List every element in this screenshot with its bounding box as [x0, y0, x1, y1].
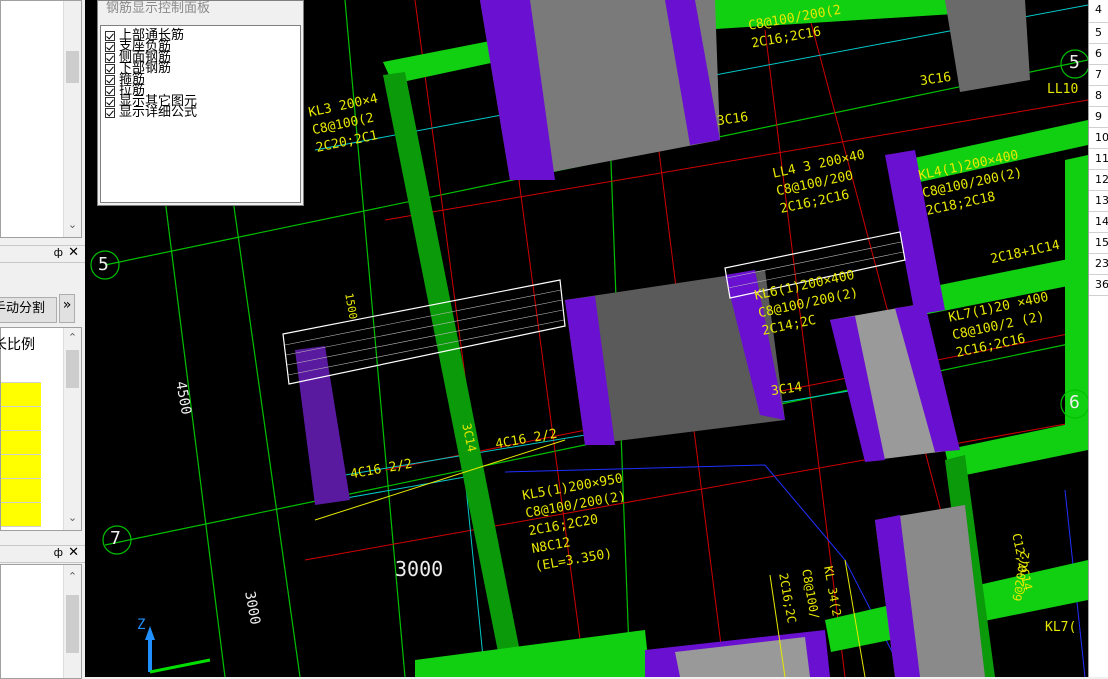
row-number[interactable]: 23: [1089, 254, 1108, 275]
table-row[interactable]: [1, 407, 41, 431]
axis-label-7: 7: [110, 528, 121, 549]
ucs-icon: [145, 626, 211, 674]
axis-label-5: 5: [98, 254, 109, 275]
table-row[interactable]: [1, 503, 41, 527]
upper-pane: ⌄: [0, 0, 82, 238]
scroll-up-icon[interactable]: ⌃: [64, 569, 81, 585]
proportion-table: 长比例 ⌃ ⌄: [0, 327, 82, 531]
close-icon[interactable]: ✕: [68, 245, 79, 260]
row-number-list: 4 5 6 7 8 9 10 11 12 13 14 15 23 36: [1089, 0, 1108, 296]
row-number[interactable]: 6: [1089, 44, 1108, 65]
row-number[interactable]: 11: [1089, 149, 1108, 170]
checkbox-icon[interactable]: [105, 30, 115, 41]
left-panel: ⌄ ф ✕ 手动分割 » 长比例 ⌃ ⌄ ф ✕ ⌃: [0, 0, 85, 679]
axis-label-right-5: 5: [1069, 52, 1080, 73]
row-number[interactable]: 36: [1089, 275, 1108, 296]
row-number[interactable]: 7: [1089, 65, 1108, 86]
row-number[interactable]: 13: [1089, 191, 1108, 212]
lower-pane: ⌃: [0, 564, 82, 679]
table-row[interactable]: [1, 455, 41, 479]
dimension-3000: 3000: [395, 557, 444, 581]
pin-icon[interactable]: ф: [54, 246, 63, 259]
table-scroll-thumb[interactable]: [66, 350, 79, 388]
pin-icon[interactable]: ф: [54, 546, 63, 559]
rebar-note: KL7(: [1045, 620, 1077, 635]
axis-label-right-6: 6: [1069, 392, 1080, 413]
upper-scroll-thumb[interactable]: [66, 51, 79, 83]
row-number[interactable]: 10: [1089, 128, 1108, 149]
rebar-display-panel: 钢筋显示控制面板 上部通长筋 支座负筋 侧面钢筋 下部钢筋 箍筋 拉筋 显示其它…: [97, 0, 304, 206]
rebar-note: LL10: [1047, 82, 1079, 97]
checkbox-icon[interactable]: [105, 96, 115, 107]
checkbox-icon[interactable]: [105, 74, 115, 85]
checkbox-icon[interactable]: [105, 63, 115, 74]
manual-split-button[interactable]: 手动分割: [0, 297, 57, 323]
lower-scroll-thumb[interactable]: [66, 595, 79, 653]
row-number[interactable]: 8: [1089, 86, 1108, 107]
close-icon[interactable]: ✕: [68, 545, 79, 560]
table-row[interactable]: [1, 479, 41, 503]
beam-label-kl5: KL5(1)200×950 C8@100/200(2) 2C16;2C20 N8…: [521, 470, 637, 576]
table-row[interactable]: [1, 359, 41, 383]
rebar-panel-title: 钢筋显示控制面板: [106, 1, 211, 16]
right-row-panel: 4 5 6 7 8 9 10 11 12 13 14 15 23 36: [1088, 0, 1108, 677]
checkbox-icon[interactable]: [105, 85, 115, 96]
ucs-z-label: Z: [137, 617, 146, 633]
row-number[interactable]: 14: [1089, 212, 1108, 233]
table-scrollbar[interactable]: ⌃ ⌄: [63, 328, 81, 530]
table-row[interactable]: [1, 383, 41, 407]
table-header: 长比例: [0, 337, 35, 353]
option-label: 显示详细公式: [119, 105, 198, 120]
lower-scrollbar[interactable]: ⌃: [63, 565, 81, 678]
scroll-down-icon[interactable]: ⌄: [64, 217, 81, 233]
row-number[interactable]: 12: [1089, 170, 1108, 191]
more-button[interactable]: »: [59, 294, 75, 323]
table-cells: [1, 359, 41, 527]
checkbox-icon[interactable]: [105, 41, 115, 52]
row-number[interactable]: 4: [1089, 0, 1108, 23]
row-number[interactable]: 9: [1089, 107, 1108, 128]
checkbox-show-detailed-formula[interactable]: 显示详细公式: [105, 105, 300, 120]
lower-titlebar: ф ✕: [0, 545, 85, 563]
upper-scrollbar[interactable]: ⌄: [63, 1, 81, 237]
row-number[interactable]: 15: [1089, 233, 1108, 254]
checkbox-icon[interactable]: [105, 52, 115, 63]
properties-titlebar: ф ✕: [0, 245, 85, 263]
checkbox-icon[interactable]: [105, 107, 115, 118]
table-row[interactable]: [1, 431, 41, 455]
scroll-up-icon[interactable]: ⌃: [64, 330, 81, 346]
row-number[interactable]: 5: [1089, 23, 1108, 44]
rebar-option-list: 上部通长筋 支座负筋 侧面钢筋 下部钢筋 箍筋 拉筋 显示其它图元 显示详细公式: [100, 25, 301, 203]
scroll-down-icon[interactable]: ⌄: [64, 510, 81, 526]
